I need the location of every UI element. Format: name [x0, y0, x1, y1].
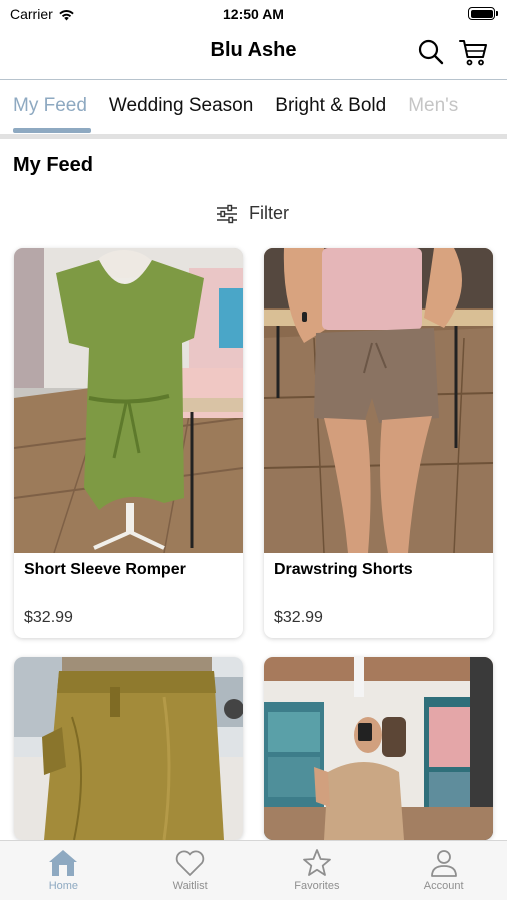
cart-button[interactable]: [458, 37, 488, 67]
nav-favorites[interactable]: Favorites: [254, 841, 381, 900]
search-button[interactable]: [416, 37, 446, 67]
product-card-top[interactable]: [264, 657, 493, 840]
product-name: Drawstring Shorts: [274, 561, 413, 578]
status-bar: Carrier 12:50 AM: [0, 0, 507, 28]
product-card-romper[interactable]: Short Sleeve Romper $32.99: [14, 248, 243, 638]
nav-home[interactable]: Home: [0, 841, 127, 900]
product-price: $32.99: [24, 609, 73, 626]
product-price: $32.99: [274, 609, 323, 626]
product-image: [264, 248, 493, 553]
tab-mens[interactable]: Men's: [408, 95, 458, 135]
nav-waitlist-label: Waitlist: [172, 880, 208, 892]
battery-icon: [468, 7, 498, 20]
product-name: Short Sleeve Romper: [24, 561, 186, 578]
nav-home-label: Home: [48, 880, 79, 892]
section-title: My Feed: [13, 154, 94, 176]
sliders-icon: [217, 204, 237, 223]
product-image: [14, 657, 243, 840]
nav-account-label: Account: [423, 880, 464, 892]
product-card-skirt[interactable]: [14, 657, 243, 840]
bottom-tab-bar: Home Waitlist Favorites Account: [0, 840, 507, 900]
product-image: [264, 657, 493, 840]
product-card-shorts[interactable]: Drawstring Shorts $32.99: [264, 248, 493, 638]
person-icon: [430, 850, 457, 877]
filter-label: Filter: [249, 203, 289, 223]
tab-wedding-season[interactable]: Wedding Season: [109, 95, 253, 135]
tab-bright-and-bold[interactable]: Bright & Bold: [275, 95, 386, 135]
nav-waitlist[interactable]: Waitlist: [127, 841, 254, 900]
cart-icon: [459, 40, 487, 66]
nav-account[interactable]: Account: [380, 841, 507, 900]
nav-bar: Blu Ashe: [0, 28, 507, 78]
search-icon: [418, 39, 444, 65]
heart-icon: [175, 850, 205, 876]
home-icon: [49, 850, 78, 876]
clock: 12:50 AM: [223, 6, 284, 22]
tabs-divider: [0, 134, 507, 139]
filter-button[interactable]: Filter: [215, 203, 289, 224]
product-image: [14, 248, 243, 553]
star-icon: [302, 849, 331, 876]
nav-favorites-label: Favorites: [294, 880, 340, 892]
active-tab-indicator: [13, 128, 91, 133]
